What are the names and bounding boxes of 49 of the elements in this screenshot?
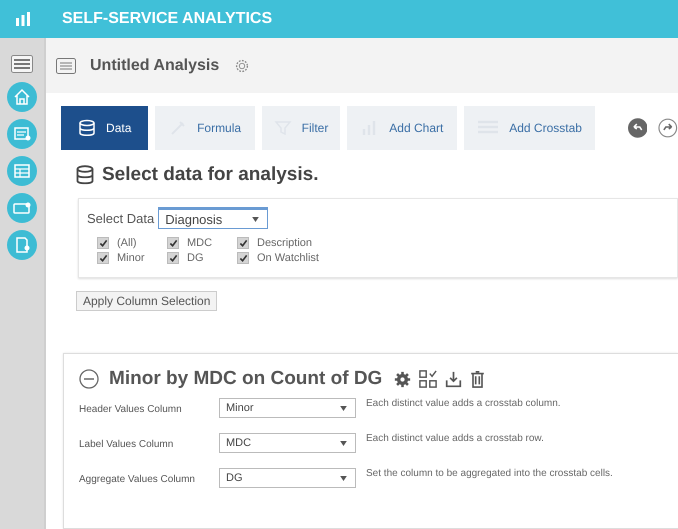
checkbox[interactable] <box>97 237 109 249</box>
caret-icon <box>252 216 260 222</box>
settings-icon[interactable] <box>394 370 412 388</box>
checkbox-label: MDC <box>187 237 212 249</box>
crosstab-title: Minor by MDC on Count of DG <box>109 368 382 390</box>
caret-icon <box>340 440 347 446</box>
list-icon <box>56 58 76 74</box>
tab[interactable]: Formula <box>155 106 255 150</box>
caret-icon <box>340 476 347 480</box>
bar-chart-icon <box>15 11 31 27</box>
data-dropdown[interactable]: Diagnosis <box>158 207 268 229</box>
column-dropdown[interactable]: DG <box>219 468 356 488</box>
column-dropdown[interactable]: Minor <box>219 398 356 418</box>
apply-button[interactable]: Apply Column Selection <box>76 291 218 311</box>
checkbox[interactable] <box>167 237 179 249</box>
grid-check-icon[interactable] <box>419 370 438 388</box>
checkbox[interactable] <box>167 252 179 264</box>
menu-icon[interactable] <box>11 55 33 73</box>
collapse-icon[interactable] <box>79 369 99 389</box>
database-icon <box>78 119 96 137</box>
field-hint: Set the column to be aggregated into the crosstab cells. <box>366 468 613 479</box>
checkbox[interactable] <box>237 237 249 249</box>
checkbox[interactable] <box>237 252 249 264</box>
undo-icon[interactable] <box>628 118 648 138</box>
tab[interactable]: Data <box>61 106 148 150</box>
tab[interactable]: Add Crosstab <box>464 106 595 150</box>
trash-icon[interactable] <box>470 370 486 388</box>
checkbox-label: Minor <box>117 252 145 264</box>
analysis-title: Untitled Analysis <box>90 56 220 74</box>
database-icon <box>76 165 94 185</box>
field-label: Header Values Column <box>79 403 183 415</box>
field-label: Aggregate Values Column <box>79 473 196 485</box>
section-heading: Select data for analysis. <box>102 164 318 186</box>
checkbox[interactable] <box>97 252 109 264</box>
tab[interactable]: Add Chart <box>347 106 458 150</box>
checkbox-label: (All) <box>117 237 137 249</box>
tab[interactable]: Filter <box>262 106 340 150</box>
field-label: Label Values Column <box>79 438 174 450</box>
checkbox-label: On Watchlist <box>257 252 319 264</box>
app-title: SELF-SERVICE ANALYTICS <box>62 10 272 28</box>
column-dropdown[interactable]: MDC <box>219 433 356 453</box>
checkbox-label: Description <box>257 237 312 249</box>
caret-icon <box>340 406 347 410</box>
redo-icon[interactable] <box>658 118 678 138</box>
select-data-label: Select Data <box>87 210 154 226</box>
download-icon[interactable] <box>445 370 462 388</box>
checkbox-label: DG <box>187 252 204 264</box>
field-hint: Each distinct value adds a crosstab column. <box>366 398 561 409</box>
field-hint: Each distinct value adds a crosstab row. <box>366 433 544 444</box>
